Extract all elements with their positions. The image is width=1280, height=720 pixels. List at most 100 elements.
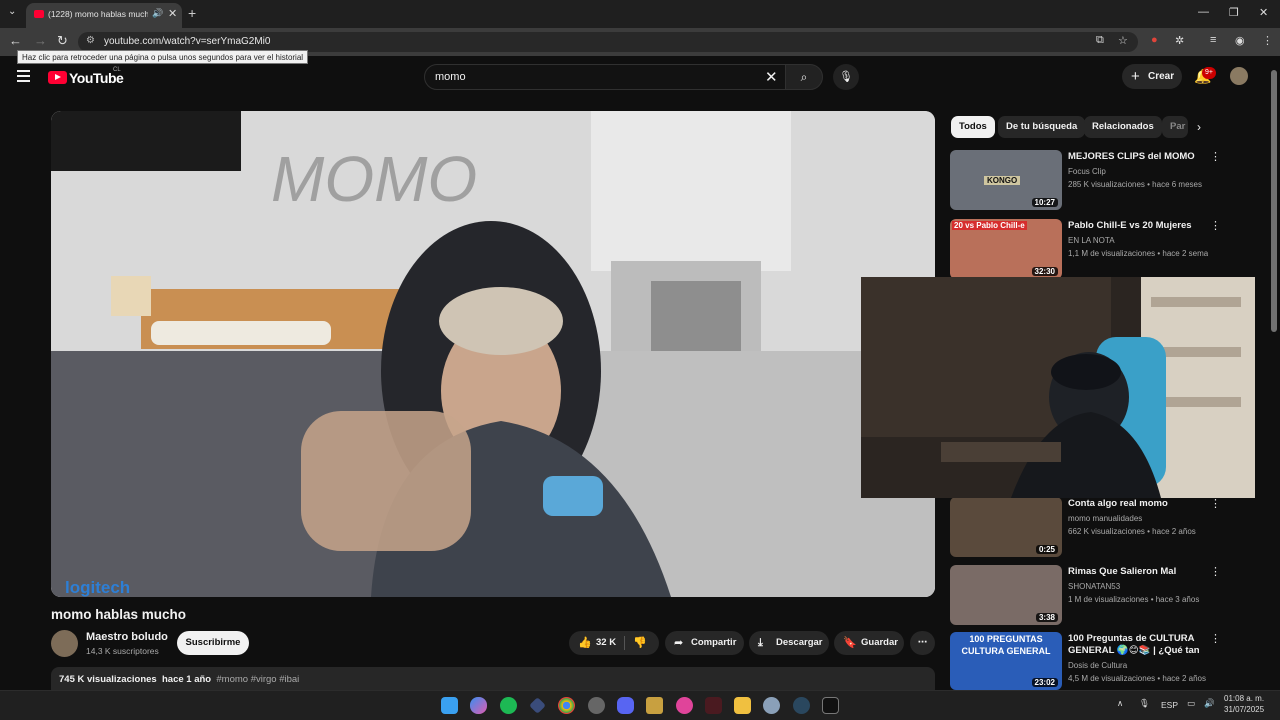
chip-relacionados[interactable]: Relacionados (1084, 116, 1162, 138)
notifications-badge: 9+ (1202, 67, 1216, 79)
rec-more-icon[interactable]: ⋮ (1210, 632, 1221, 645)
steam-icon[interactable] (793, 697, 810, 714)
speaker-icon[interactable]: 🔊 (152, 8, 163, 19)
close-tab-icon[interactable]: ✕ (168, 7, 177, 20)
upload-age: hace 1 año (161, 674, 212, 685)
rec-meta: 1,1 M de visualizaciones • hace 2 seman.… (1068, 249, 1208, 258)
share-icon: ➦ (674, 637, 684, 649)
search-input[interactable]: momo ✕ (424, 64, 786, 90)
chip-de-tu-busqueda[interactable]: De tu búsqueda (998, 116, 1086, 138)
video-thumbnail[interactable]: 100 PREGUNTAS CULTURA GENERAL 23:02 (950, 632, 1062, 690)
system-clock[interactable]: 01:08 a. m. 31/07/2025 (1224, 693, 1264, 715)
site-info-icon[interactable]: ⚙ (86, 35, 95, 46)
spotify-icon[interactable] (500, 697, 517, 714)
video-thumbnail[interactable]: 0:25 (950, 497, 1062, 557)
chips-next-chevron-icon[interactable]: › (1197, 120, 1201, 134)
list-item[interactable]: KONGO 10:27 MEJORES CLIPS del MOMO Focus… (950, 150, 1222, 210)
download-label: Descargar (776, 637, 823, 648)
file-explorer-icon[interactable] (734, 697, 751, 714)
minimize-icon[interactable]: — (1198, 6, 1209, 18)
video-thumbnail[interactable]: 20 vs Pablo Chill-e 32:30 (950, 219, 1062, 279)
rec-more-icon[interactable]: ⋮ (1210, 219, 1221, 232)
network-icon[interactable]: ▭ (1187, 698, 1195, 709)
duration-badge: 0:25 (1035, 545, 1058, 554)
rec-more-icon[interactable]: ⋮ (1210, 497, 1221, 510)
tab-title: (1228) momo hablas mucho (48, 9, 148, 19)
start-menu-icon[interactable] (441, 697, 458, 714)
clear-search-icon[interactable]: ✕ (765, 68, 778, 86)
like-icon[interactable]: 👍 (578, 631, 592, 655)
rec-more-icon[interactable]: ⋮ (1210, 150, 1221, 163)
app-black-icon[interactable] (822, 697, 839, 714)
tray-chevron-icon[interactable]: ∧ (1117, 698, 1123, 709)
volume-icon[interactable]: 🔊 (1204, 698, 1215, 709)
rec-more-icon[interactable]: ⋮ (1210, 565, 1221, 578)
rec-meta: 662 K visualizaciones • hace 2 años (1068, 527, 1196, 536)
extensions-icon[interactable]: ✲ (1175, 34, 1184, 47)
extension-red-icon[interactable]: ● (1151, 34, 1158, 46)
more-actions-button[interactable]: ⋯ (910, 631, 935, 655)
avatar[interactable] (1230, 67, 1248, 85)
wall-text: MOMO (271, 143, 477, 215)
clock-time: 01:08 a. m. (1224, 694, 1265, 703)
window-close-icon[interactable]: ✕ (1259, 6, 1268, 19)
thumbnail-caption: KONGO (984, 176, 1021, 185)
browser-menu-icon[interactable]: ⋮ (1262, 34, 1273, 47)
list-item[interactable]: 100 PREGUNTAS CULTURA GENERAL 23:02 100 … (950, 632, 1222, 690)
list-item[interactable]: 20 vs Pablo Chill-e 32:30 Pablo Chill-E … (950, 219, 1222, 279)
plus-icon: + (1131, 68, 1140, 85)
video-player[interactable]: MOMO logitech (51, 111, 935, 597)
restore-icon[interactable]: ❐ (1229, 6, 1239, 19)
reload-button[interactable]: ↻ (57, 33, 68, 49)
share-button[interactable]: ➦ Compartir (665, 631, 744, 655)
back-button[interactable]: ← (9, 33, 22, 48)
subscribe-button[interactable]: Suscribirme (177, 631, 249, 655)
app-dark-icon[interactable] (705, 697, 722, 714)
save-icon: 🔖 (843, 637, 857, 649)
page-scrollbar[interactable] (1271, 58, 1277, 698)
rec-channel: Dosis de Cultura (1068, 661, 1128, 670)
search-button[interactable]: ⌕ (785, 64, 823, 90)
chip-todos[interactable]: Todos (951, 116, 995, 138)
chrome-alt-icon[interactable] (588, 697, 605, 714)
bookmark-star-icon[interactable]: ☆ (1118, 34, 1128, 47)
list-item[interactable]: 3:38 Rimas Que Salieron Mal SHONATAN53 1… (950, 565, 1222, 625)
media-controls-icon[interactable]: ≡ (1210, 34, 1216, 46)
new-tab-button[interactable]: + (188, 5, 196, 21)
scrollbar-thumb[interactable] (1271, 70, 1277, 332)
list-item[interactable]: 0:25 Conta algo real momo momo manualida… (950, 497, 1222, 557)
address-bar[interactable]: ⚙ youtube.com/watch?v=serYmaG2Mi0 (78, 32, 1138, 52)
create-button[interactable]: + Crear (1122, 64, 1182, 89)
clock-date: 31/07/2025 (1224, 705, 1265, 714)
rec-title: Rimas Que Salieron Mal (1068, 566, 1177, 577)
profile-icon[interactable]: ◉ (1235, 34, 1245, 47)
forward-button[interactable]: → (34, 33, 47, 48)
rec-title: 100 Preguntas de CULTURA GENERAL 🌍😊📚 | ¿… (1068, 633, 1200, 658)
language-indicator[interactable]: ESP (1161, 700, 1178, 710)
download-button[interactable]: ⤓ Descargar (749, 631, 829, 655)
install-app-icon[interactable]: ⧉ (1096, 34, 1104, 47)
voice-search-icon[interactable]: 🎙 (833, 64, 859, 90)
settings-gear-icon[interactable] (763, 697, 780, 714)
chip-partial[interactable]: Par (1162, 116, 1188, 138)
discord-icon[interactable] (617, 697, 634, 714)
menu-icon[interactable] (17, 70, 30, 82)
save-button[interactable]: 🔖 Guardar (834, 631, 904, 655)
shield-icon[interactable] (646, 697, 663, 714)
dislike-icon[interactable]: 👎 (633, 631, 647, 655)
hashtags[interactable]: #momo #virgo #ibai (216, 674, 299, 685)
microphone-icon[interactable]: 🎙 (1139, 698, 1150, 709)
channel-name[interactable]: Maestro boludo (86, 631, 168, 643)
youtube-logo[interactable]: YouTube CL (48, 67, 124, 87)
like-count[interactable]: 32 K (596, 631, 616, 655)
chrome-icon[interactable] (558, 697, 575, 714)
video-thumbnail[interactable]: KONGO 10:27 (950, 150, 1062, 210)
channel-avatar[interactable] (51, 630, 78, 657)
rec-channel: momo manualidades (1068, 514, 1143, 523)
copilot-icon[interactable] (470, 697, 487, 714)
video-thumbnail[interactable]: 3:38 (950, 565, 1062, 625)
browser-tab[interactable]: (1228) momo hablas mucho 🔊 ✕ (26, 3, 182, 28)
taskbar (0, 690, 1280, 720)
tab-search-icon[interactable]: ⌄ (8, 6, 16, 17)
app-pink-icon[interactable] (676, 697, 693, 714)
